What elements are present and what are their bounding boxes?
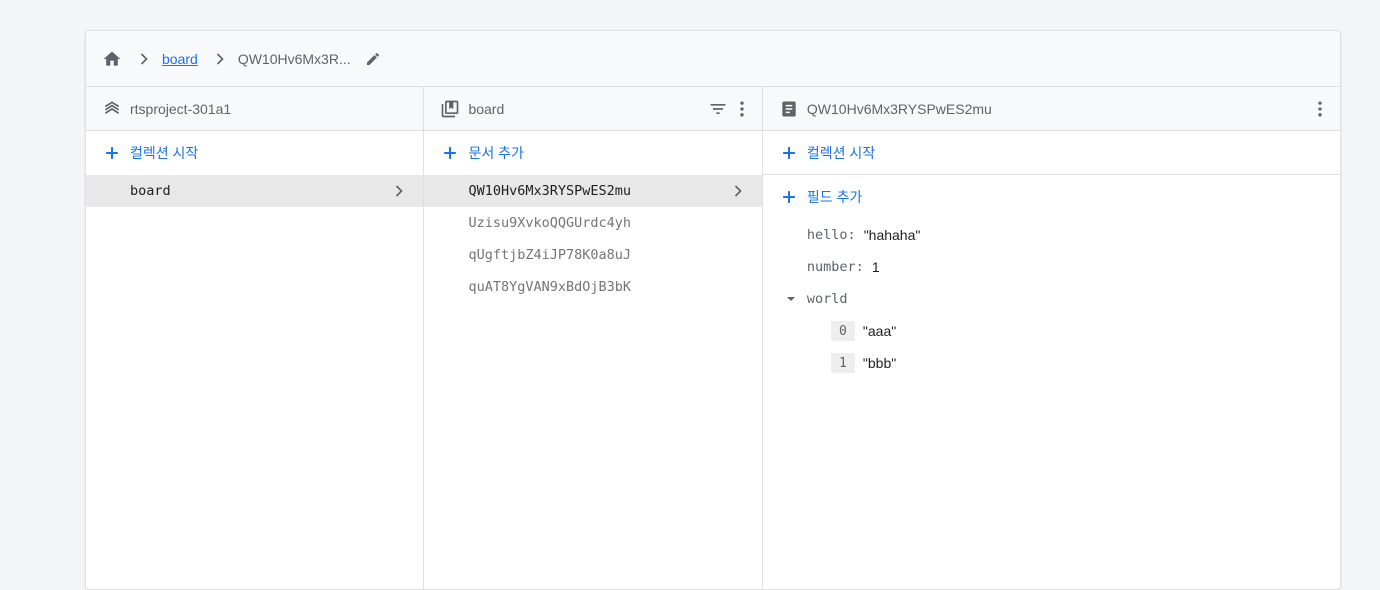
caret-down-icon[interactable] xyxy=(783,291,799,307)
field-hello[interactable]: hello: "hahaha" xyxy=(763,219,1340,251)
document-column-header: QW10Hv6Mx3RYSPwES2mu xyxy=(762,87,1340,131)
more-vert-icon[interactable] xyxy=(1310,99,1330,119)
field-value: "hahaha" xyxy=(863,227,921,243)
array-index: 0 xyxy=(830,321,855,341)
add-field-button[interactable]: 필드 추가 xyxy=(763,175,1340,219)
chevron-right-icon xyxy=(389,181,409,201)
document-item[interactable]: quAT8YgVAN9xBdOjB3bK xyxy=(424,271,761,303)
document-item[interactable]: QW10Hv6Mx3RYSPwES2mu xyxy=(424,175,762,207)
collection-column-header: board xyxy=(424,87,762,131)
breadcrumb-collection-link[interactable]: board xyxy=(162,51,198,67)
field-key: hello: xyxy=(806,227,856,243)
document-item[interactable]: qUgftjbZ4iJP78K0a8uJ xyxy=(424,239,761,271)
array-value: "aaa" xyxy=(862,323,897,339)
project-title: rtsproject-301a1 xyxy=(130,100,232,117)
document-icon xyxy=(779,99,799,119)
add-field-label: 필드 추가 xyxy=(806,189,863,205)
chevron-right-icon xyxy=(210,49,230,69)
chevron-right-icon xyxy=(134,49,154,69)
start-subcollection-button[interactable]: 컬렉션 시작 xyxy=(762,131,1340,175)
breadcrumb-document: QW10Hv6Mx3R... xyxy=(237,50,351,67)
field-world[interactable]: world xyxy=(763,283,1340,315)
document-id: quAT8YgVAN9xBdOjB3bK xyxy=(468,279,632,295)
breadcrumb: board QW10Hv6Mx3R... xyxy=(86,31,1340,87)
pencil-icon[interactable] xyxy=(365,51,381,67)
collection-title: board xyxy=(468,100,505,117)
field-key: world xyxy=(806,291,848,307)
layers-icon xyxy=(102,99,122,119)
document-id: qUgftjbZ4iJP78K0a8uJ xyxy=(468,247,632,263)
start-collection-button[interactable]: 컬렉션 시작 xyxy=(86,131,423,175)
collection-column: board 문서 추가 QW10Hv6Mx3RYSPwES2mu Uzisu9X… xyxy=(424,87,763,589)
firestore-panel: board QW10Hv6Mx3R... rtsproject-301a1 컬렉… xyxy=(85,30,1341,590)
field-value: 1 xyxy=(871,259,880,275)
array-index: 1 xyxy=(830,353,855,373)
add-document-button[interactable]: 문서 추가 xyxy=(424,131,761,175)
document-column: QW10Hv6Mx3RYSPwES2mu 컬렉션 시작 필드 추가 hello:… xyxy=(762,87,1340,589)
root-column: rtsproject-301a1 컬렉션 시작 board xyxy=(86,87,425,589)
field-number[interactable]: number: 1 xyxy=(763,251,1340,283)
more-vert-icon[interactable] xyxy=(732,99,752,119)
add-document-label: 문서 추가 xyxy=(468,145,524,161)
filter-icon[interactable] xyxy=(708,99,728,119)
collection-item-board[interactable]: board xyxy=(86,175,424,207)
collection-item-label: board xyxy=(130,183,171,199)
array-value: "bbb" xyxy=(862,355,897,371)
plus-icon xyxy=(440,143,460,163)
field-key: number: xyxy=(806,259,864,275)
root-column-header: rtsproject-301a1 xyxy=(86,87,424,131)
array-item[interactable]: 1 "bbb" xyxy=(763,347,1340,379)
start-collection-label: 컬렉션 시작 xyxy=(130,145,199,161)
plus-icon xyxy=(779,187,799,207)
document-id: QW10Hv6Mx3RYSPwES2mu xyxy=(468,183,632,199)
plus-icon xyxy=(779,143,799,163)
start-subcollection-label: 컬렉션 시작 xyxy=(806,144,876,161)
document-title: QW10Hv6Mx3RYSPwES2mu xyxy=(806,100,992,117)
chevron-right-icon xyxy=(728,181,748,201)
document-id: Uzisu9XvkoQQGUrdc4yh xyxy=(468,215,632,231)
collection-icon xyxy=(440,99,460,119)
document-item[interactable]: Uzisu9XvkoQQGUrdc4yh xyxy=(424,207,761,239)
home-icon[interactable] xyxy=(102,49,122,69)
array-item[interactable]: 0 "aaa" xyxy=(763,315,1340,347)
plus-icon xyxy=(102,143,122,163)
